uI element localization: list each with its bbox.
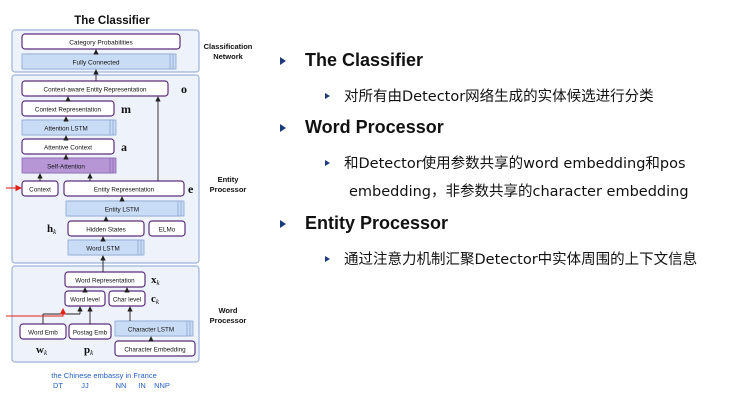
classifier-architecture-diagram: The Classifier Classification Network Ent… <box>6 15 253 390</box>
elmo-label: ELMo <box>159 227 176 234</box>
char-level-label: Char level <box>113 297 141 304</box>
bullet-classifier: The Classifier <box>280 50 423 71</box>
word-level-label: Word level <box>70 297 100 304</box>
triangle-bullet-icon <box>280 123 286 132</box>
symbol-a: a <box>121 140 127 154</box>
self-attention-label: Self-Attention <box>47 164 85 171</box>
symbol-e: e <box>188 182 194 196</box>
bullet-title: The Classifier <box>305 50 424 70</box>
pos-tag: IN <box>138 381 146 390</box>
example-sentence: the Chinese embassy in France <box>51 371 156 380</box>
word-lstm-label: Word LSTM <box>86 246 119 253</box>
pos-tag: DT <box>53 381 63 390</box>
fully-connected-label: Fully Connected <box>73 60 120 67</box>
diagram-title: The Classifier <box>74 15 150 27</box>
attentive-context-label: Attentive Context <box>44 145 92 152</box>
pos-tag: NN <box>116 381 127 390</box>
context-aware-entity-representation-label: Context-aware Entity Representation <box>44 87 147 94</box>
entity-representation-label: Entity Representation <box>94 187 155 194</box>
entity-processor-label: Entity Processor <box>210 175 247 194</box>
word-emb-label: Word Emb <box>28 330 58 337</box>
sub-bullet-text: 对所有由Detector网络生成的实体候选进行分类 <box>344 89 654 105</box>
attention-lstm-label: Attention LSTM <box>44 126 87 133</box>
pos-tags: DT JJ NN IN NNP <box>53 381 170 390</box>
bullet-title: Entity Processor <box>305 213 449 233</box>
triangle-bullet-icon <box>280 219 286 228</box>
postag-emb-label: Postag Emb <box>73 330 108 337</box>
triangle-bullet-icon <box>325 92 330 99</box>
sub-bullet-continuation: embedding，非参数共享的character embedding <box>349 184 689 200</box>
bullet-entity-processor: Entity Processor <box>280 213 448 234</box>
classification-network-label: Classification Network <box>204 42 253 61</box>
word-representation-label: Word Representation <box>75 278 135 285</box>
bullet-title: Word Processor <box>305 117 444 137</box>
context-representation-label: Context Representation <box>35 107 102 114</box>
hidden-states-label: Hidden States <box>86 227 126 234</box>
symbol-m: m <box>121 102 131 116</box>
sub-bullet: 通过注意力机制汇聚Detector中实体周围的上下文信息 <box>325 248 697 269</box>
sub-bullet-text: 和Detector使用参数共享的word embedding和pos <box>344 156 686 172</box>
sub-bullet: 对所有由Detector网络生成的实体候选进行分类 <box>325 85 654 106</box>
character-lstm-label: Character LSTM <box>128 327 174 334</box>
bullet-list: The Classifier 对所有由Detector网络生成的实体候选进行分类… <box>280 0 737 400</box>
symbol-o: o <box>181 82 187 96</box>
category-probabilities-label: Category Probabilities <box>69 40 133 47</box>
context-label: Context <box>29 187 51 194</box>
triangle-bullet-icon <box>280 56 286 65</box>
triangle-bullet-icon <box>325 159 330 166</box>
sub-bullet-text: 通过注意力机制汇聚Detector中实体周围的上下文信息 <box>344 252 698 268</box>
pos-tag: JJ <box>81 381 89 390</box>
word-processor-label: Word Processor <box>210 306 247 325</box>
pos-tag: NNP <box>154 381 170 390</box>
triangle-bullet-icon <box>325 255 330 262</box>
sub-bullet: 和Detector使用参数共享的word embedding和pos <box>325 152 686 173</box>
character-embedding-label: Character Embedding <box>124 347 186 354</box>
entity-lstm-label: Entity LSTM <box>105 207 139 214</box>
bullet-word-processor: Word Processor <box>280 117 444 138</box>
